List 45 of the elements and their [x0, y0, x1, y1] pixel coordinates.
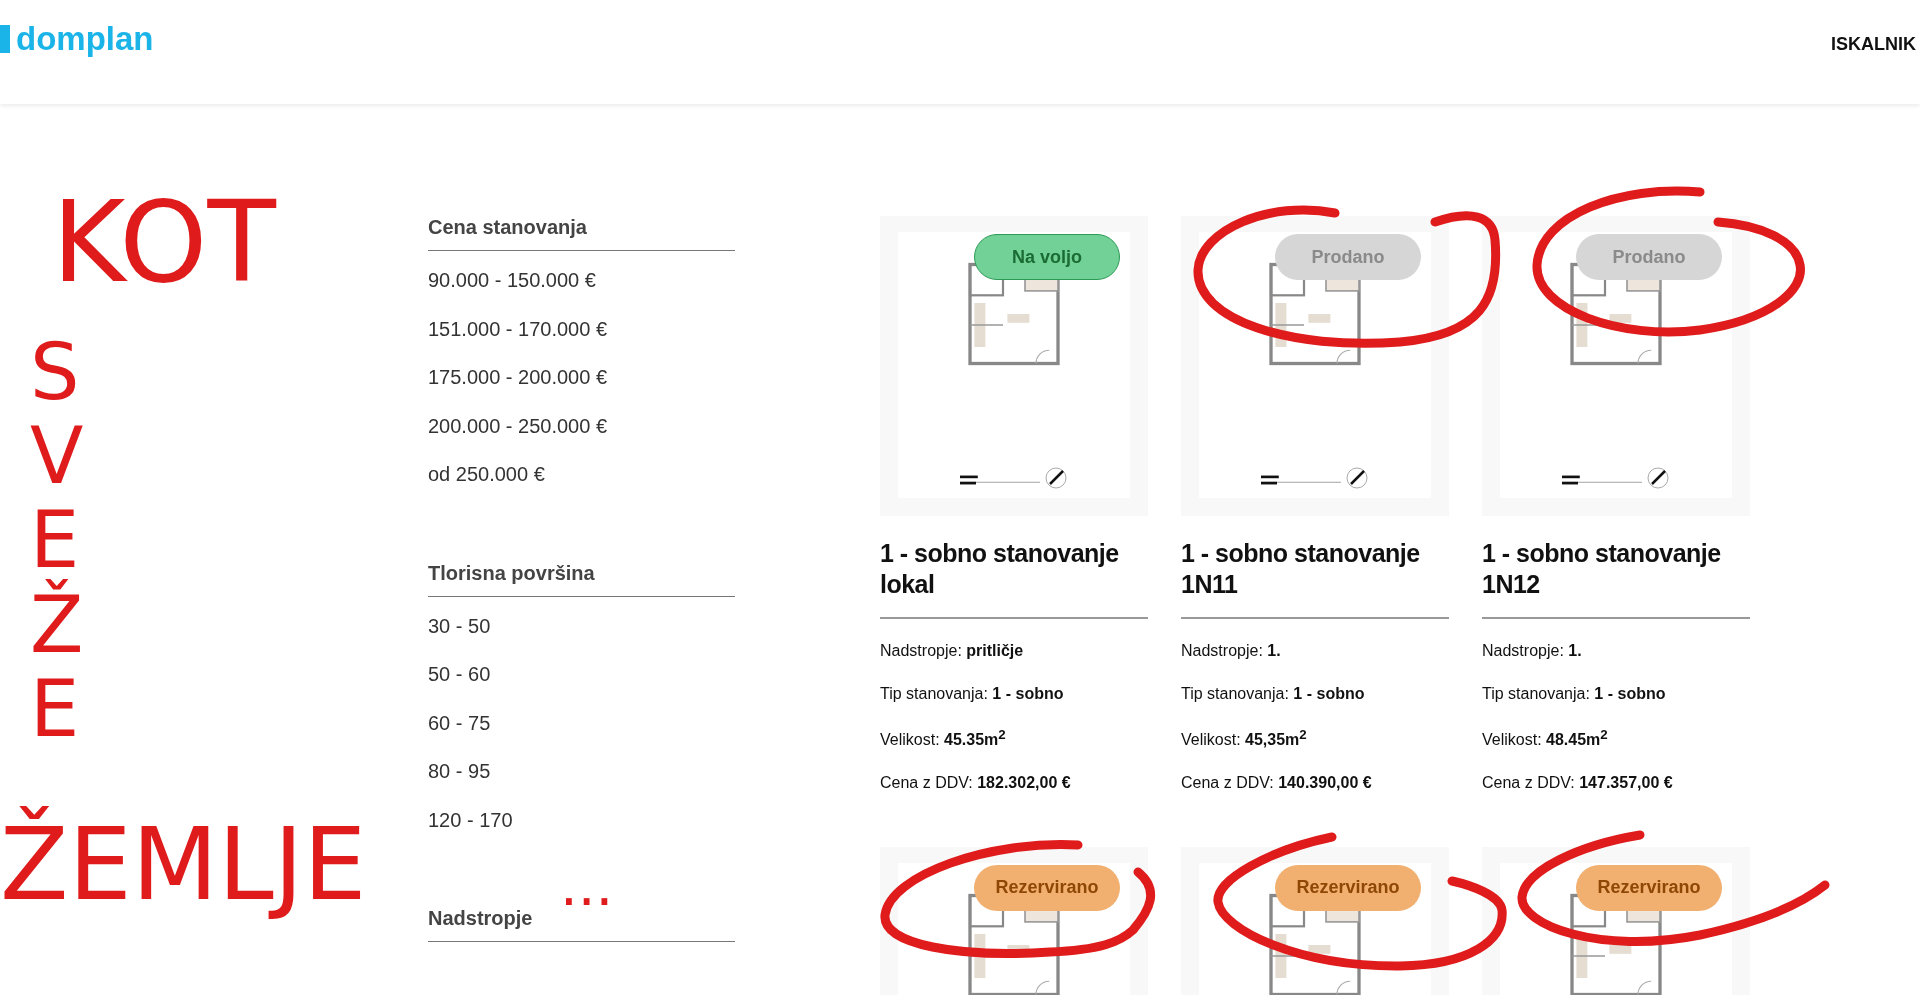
status-badge: Na voljo	[974, 234, 1120, 280]
compass-icon	[1646, 466, 1670, 490]
filter-option[interactable]: 90.000 - 150.000 €	[428, 269, 735, 318]
filter-option[interactable]: 60 - 75	[428, 711, 735, 760]
filter-option[interactable]: 50 - 60	[428, 663, 735, 712]
listing-detail: Cena z DDV: 182.302,00 €	[880, 773, 1072, 793]
scale-bar-icon	[960, 474, 1040, 486]
filter-option[interactable]: 200.000 - 250.000 €	[428, 414, 735, 463]
status-badge: Prodano	[1275, 234, 1421, 280]
listing-detail: Cena z DDV: 147.357,00 €	[1482, 773, 1674, 793]
listing-detail: Cena z DDV: 140.390,00 €	[1181, 773, 1373, 793]
filter-option[interactable]: 175.000 - 200.000 €	[428, 366, 735, 415]
listing-title[interactable]: 1 - sobno stanovanje 1N11	[1181, 538, 1449, 601]
filter-option[interactable]: 80 - 95	[428, 760, 735, 809]
filter-option[interactable]: 30 - 50	[428, 614, 735, 663]
filter-option[interactable]: 151.000 - 170.000 €	[428, 317, 735, 366]
filter-option[interactable]: od 250.000 €	[428, 463, 735, 512]
handwritten-note: ŽEMLJE	[0, 805, 367, 925]
handwritten-note: SVEŽE	[30, 330, 85, 752]
listing-detail: Nadstropje: pritličje	[880, 640, 1025, 660]
floor-plan-panel[interactable]: Na voljo	[880, 216, 1148, 516]
listing-detail: Nadstropje: 1.	[1181, 640, 1282, 660]
listing-detail: Velikost: 45,35m$^{2}$	[1181, 726, 1308, 750]
floor-plan-panel[interactable]: Rezervirano	[1482, 846, 1750, 995]
compass-icon	[1044, 466, 1068, 490]
filter-heading[interactable]: Cena stanovanja	[428, 216, 735, 250]
listing-detail: Tip stanovanja: 1 - sobno	[1181, 683, 1366, 703]
scale-bar-icon	[1562, 474, 1642, 486]
status-badge: Rezervirano	[1576, 864, 1722, 911]
listing-title[interactable]: 1 - sobno stanovanje lokal	[880, 538, 1148, 601]
compass-icon	[1345, 466, 1369, 490]
listing-detail: Velikost: 48.45m$^{2}$	[1482, 726, 1609, 750]
listing-detail: Tip stanovanja: 1 - sobno	[1482, 683, 1667, 703]
filter-heading[interactable]: Tlorisna površina	[428, 561, 735, 596]
status-badge: Rezervirano	[1275, 864, 1421, 911]
scale-bar-icon	[1261, 474, 1341, 486]
listing-detail: Velikost: 45.35m$^{2}$	[880, 726, 1007, 750]
status-badge: Prodano	[1576, 234, 1722, 280]
floor-plan-panel[interactable]: Rezervirano	[1181, 846, 1449, 995]
nav-link[interactable]: ISKALNIK	[1831, 34, 1916, 55]
listing-title[interactable]: 1 - sobno stanovanje 1N12	[1482, 538, 1750, 601]
status-badge: Rezervirano	[974, 864, 1120, 911]
listing-detail: Tip stanovanja: 1 - sobno	[880, 683, 1065, 703]
handwritten-note: KOT	[52, 176, 276, 309]
listing-detail: Nadstropje: 1.	[1482, 640, 1583, 660]
